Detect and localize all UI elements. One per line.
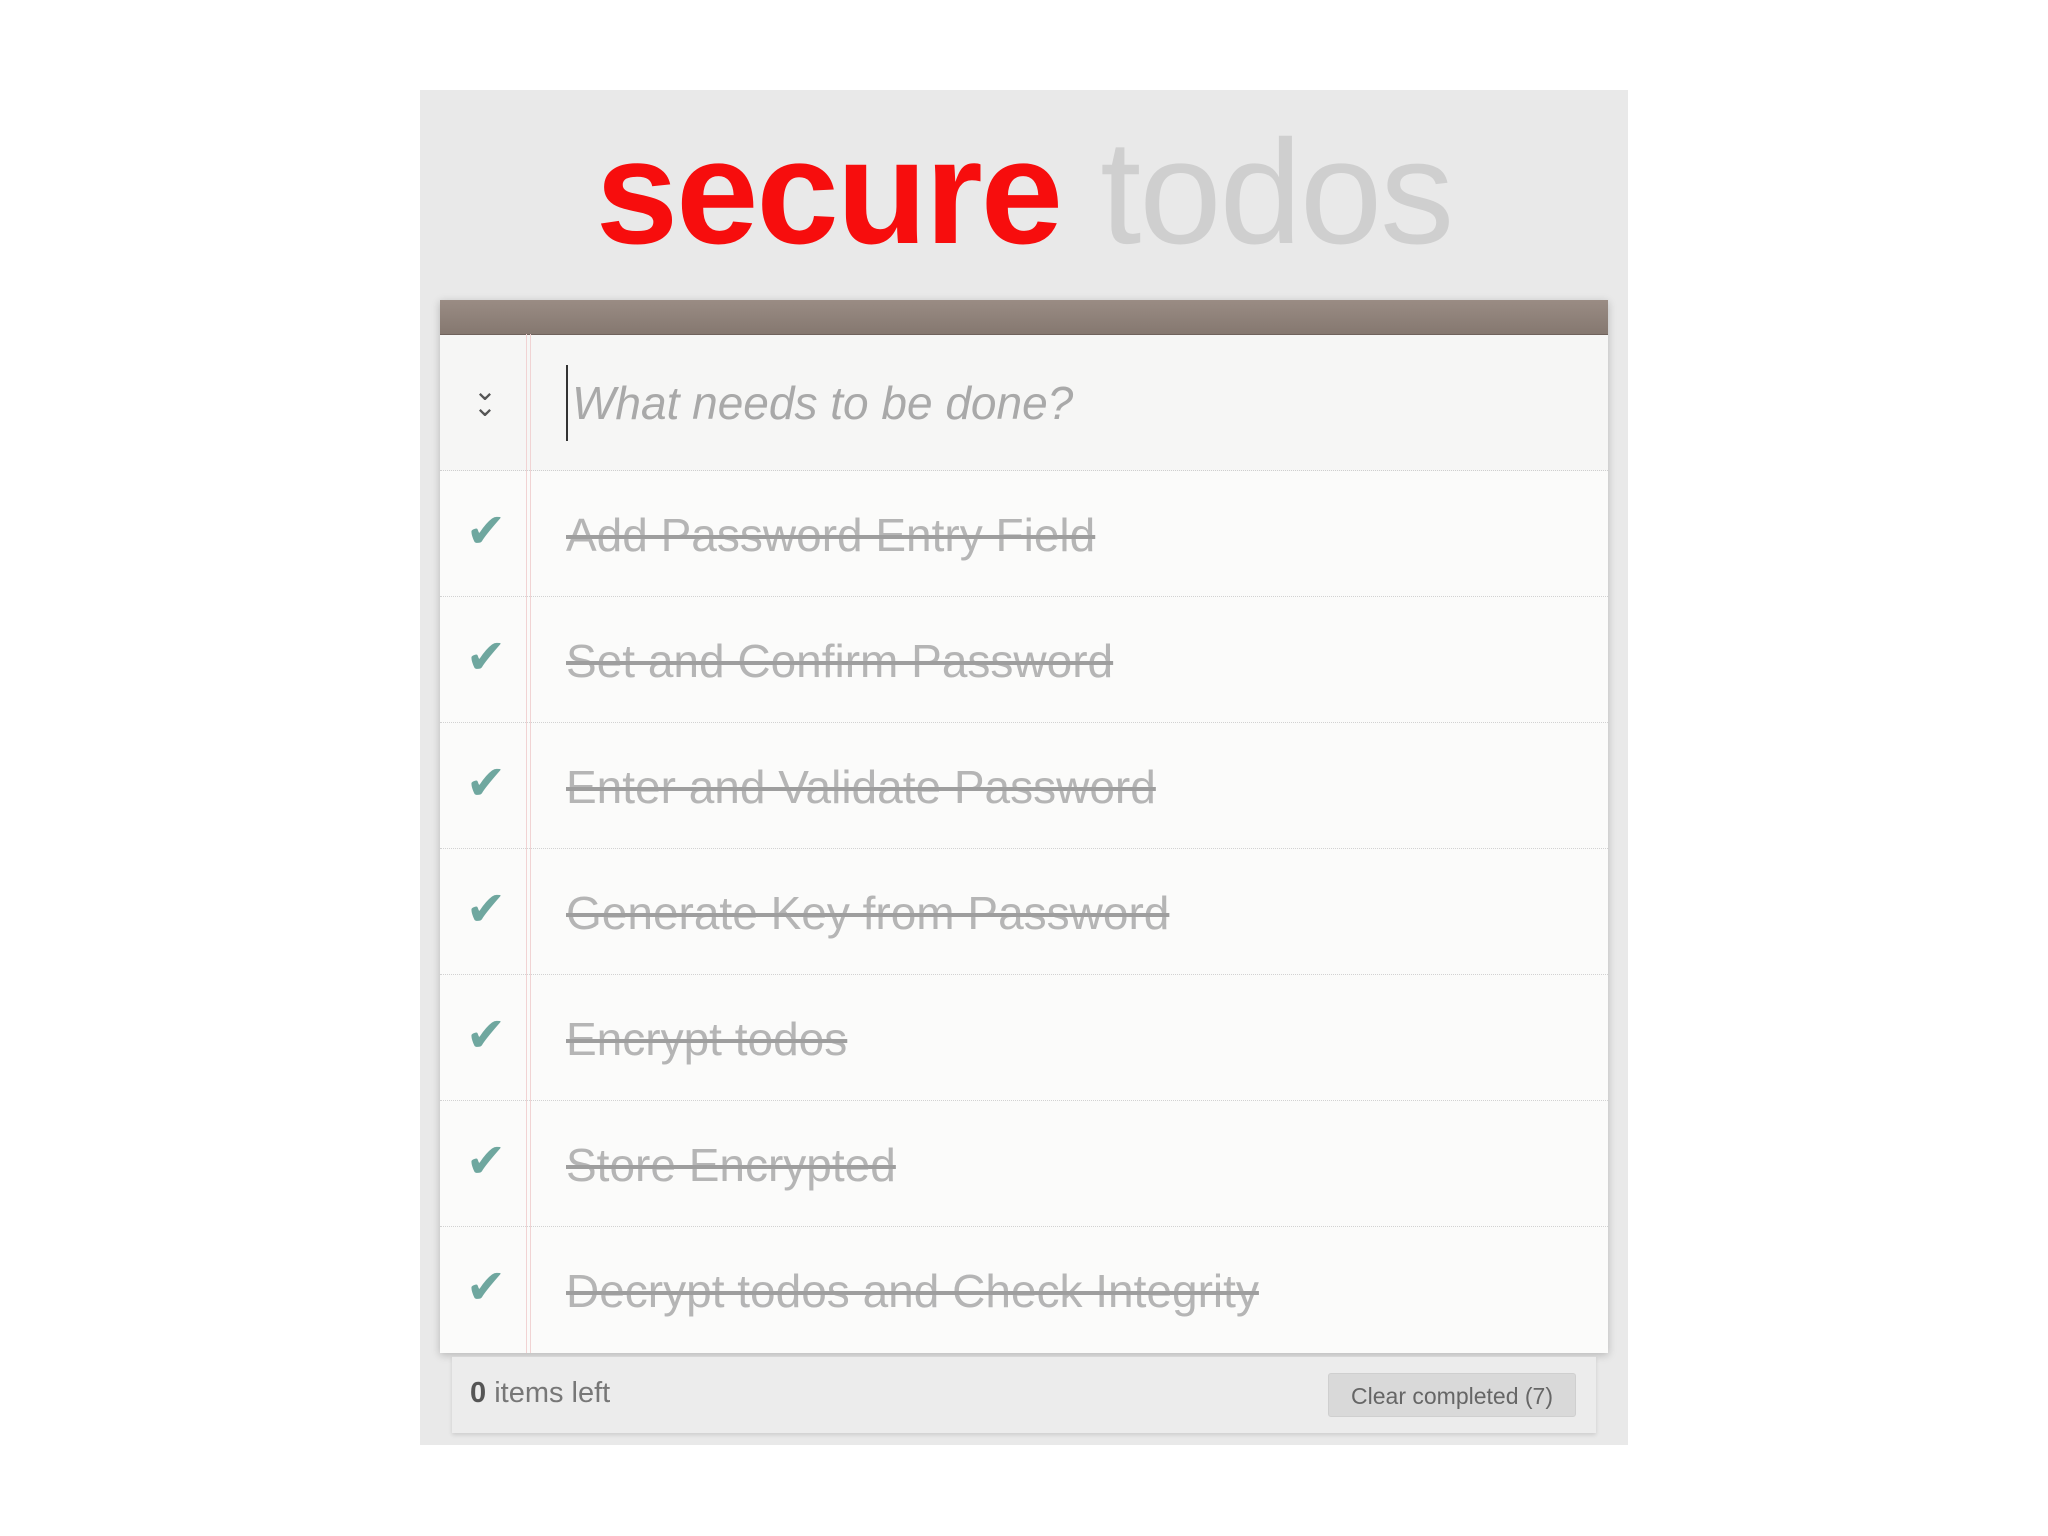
checkmark-icon[interactable]: ✔	[460, 627, 512, 687]
checkmark-icon[interactable]: ✔	[460, 501, 512, 561]
todo-label[interactable]: Add Password Entry Field	[566, 507, 1095, 563]
todo-item: ✔ Enter and Validate Password	[440, 723, 1608, 849]
todo-label[interactable]: Set and Confirm Password	[566, 633, 1113, 689]
todo-item: ✔ Encrypt todos	[440, 975, 1608, 1101]
todo-card: ⌄⌄ ✔ Add Password Entry Field ✔ Set and …	[440, 300, 1608, 1353]
todo-list: ✔ Add Password Entry Field ✔ Set and Con…	[440, 471, 1608, 1352]
todo-label[interactable]: Store Encrypted	[566, 1137, 896, 1193]
todo-footer: 0 items left Clear completed (7)	[452, 1356, 1596, 1433]
new-todo-row: ⌄ ⌄	[440, 335, 1608, 471]
checkmark-icon[interactable]: ✔	[460, 1005, 512, 1065]
todo-label[interactable]: Decrypt todos and Check Integrity	[566, 1263, 1259, 1319]
checkmark-icon[interactable]: ✔	[460, 753, 512, 813]
todo-label[interactable]: Enter and Validate Password	[566, 759, 1156, 815]
app-title-secondary: todos	[1100, 110, 1454, 275]
items-left-number: 0	[470, 1377, 487, 1409]
todo-item: ✔ Decrypt todos and Check Integrity	[440, 1227, 1608, 1352]
todo-label[interactable]: Generate Key from Password	[566, 885, 1169, 941]
checkmark-icon[interactable]: ✔	[460, 1131, 512, 1191]
todo-item: ✔ Generate Key from Password	[440, 849, 1608, 975]
clear-completed-button[interactable]: Clear completed (7)	[1328, 1373, 1576, 1417]
app-title: secure todos	[420, 118, 1628, 268]
checkmark-icon[interactable]: ✔	[460, 879, 512, 939]
todo-label[interactable]: Encrypt todos	[566, 1011, 847, 1067]
todo-item: ✔ Add Password Entry Field	[440, 471, 1608, 597]
todo-item: ✔ Store Encrypted	[440, 1101, 1608, 1227]
card-top-bar	[440, 300, 1608, 335]
items-left-label: items left	[494, 1377, 611, 1409]
items-left-counter: 0 items left	[470, 1377, 610, 1410]
new-todo-input[interactable]	[566, 365, 1572, 441]
todo-item: ✔ Set and Confirm Password	[440, 597, 1608, 723]
double-chevron-down-icon[interactable]: ⌄ ⌄	[470, 377, 500, 423]
checkmark-icon[interactable]: ✔	[460, 1257, 512, 1317]
app-title-primary: secure	[595, 110, 1063, 275]
